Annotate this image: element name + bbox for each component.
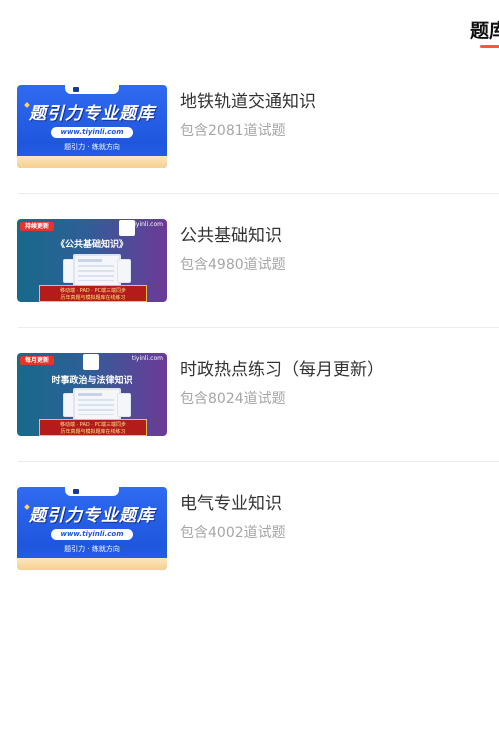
tablet-icon [117,393,131,417]
tab-label: 题库 [470,20,499,42]
promo-line-2: 历年真题与模拟题库在线练习 [60,429,126,435]
promo-line-1: 移动端 · PAD · PC端三端同步 [59,422,126,428]
logo-icon [65,85,119,94]
list-item-subway[interactable]: 题引力专业题库 www.tiyinli.com 题引力 · 练就方向 地铁轨道交… [17,60,499,194]
tab-active-indicator [480,45,499,48]
thumb-brand: tiyinli.com [131,221,163,228]
thumb-book-title: 《公共基础知识》 [55,240,128,250]
thumb-url: www.tiyinli.com [51,529,133,540]
promo-line-1: 移动端 · PAD · PC端三端同步 [59,288,126,294]
thumb-slogan: 题引力 · 练就方向 [64,545,120,553]
thumb-headline: 题引力专业题库 [29,104,155,124]
thumb-tag: 持续更新 [20,222,55,231]
thumb-band [17,156,167,168]
item-title: 时政热点练习（每月更新） [180,360,384,380]
logo-icon [65,487,119,496]
thumb-book-title: 时事政治与法律知识 [51,376,133,386]
promo-line-2: 历年真题与模拟题库在线练习 [60,295,126,301]
item-thumbnail: 持续更新 tiyinli.com 《公共基础知识》 移动端 · PAD · PC… [17,219,167,302]
list-item-electrical[interactable]: 题引力专业题库 www.tiyinli.com 题引力 · 练就方向 电气专业知… [17,462,499,595]
list-item-public-basics[interactable]: 持续更新 tiyinli.com 《公共基础知识》 移动端 · PAD · PC… [17,194,499,328]
item-thumbnail: 题引力专业题库 www.tiyinli.com 题引力 · 练就方向 [17,85,167,168]
item-title: 公共基础知识 [180,226,282,246]
list-item-current-affairs[interactable]: 每月更新 tiyinli.com 时事政治与法律知识 移动端 · PAD · P… [17,328,499,462]
monitor-icon [73,388,121,421]
brand-logo-icon [83,354,99,370]
tablet-icon [117,259,131,283]
item-count: 包含4980道试题 [180,257,286,273]
item-thumbnail: 每月更新 tiyinli.com 时事政治与法律知识 移动端 · PAD · P… [17,353,167,436]
thumb-tag: 每月更新 [20,356,55,365]
thumb-promo-box: 移动端 · PAD · PC端三端同步 历年真题与模拟题库在线练习 [39,285,147,302]
thumb-brand: tiyinli.com [131,355,163,362]
item-thumbnail: 题引力专业题库 www.tiyinli.com 题引力 · 练就方向 [17,487,167,570]
thumb-headline: 题引力专业题库 [29,506,155,526]
monitor-icon [73,254,121,287]
thumb-slogan: 题引力 · 练就方向 [64,143,120,151]
thumb-url: www.tiyinli.com [51,127,133,138]
item-title: 地铁轨道交通知识 [180,92,316,112]
item-count: 包含8024道试题 [180,391,286,407]
question-bank-list: 题引力专业题库 www.tiyinli.com 题引力 · 练就方向 地铁轨道交… [0,60,499,595]
item-count: 包含2081道试题 [180,123,286,139]
item-title: 电气专业知识 [180,494,282,514]
item-count: 包含4002道试题 [180,525,286,541]
thumb-band [17,558,167,570]
thumb-promo-box: 移动端 · PAD · PC端三端同步 历年真题与模拟题库在线练习 [39,419,147,436]
